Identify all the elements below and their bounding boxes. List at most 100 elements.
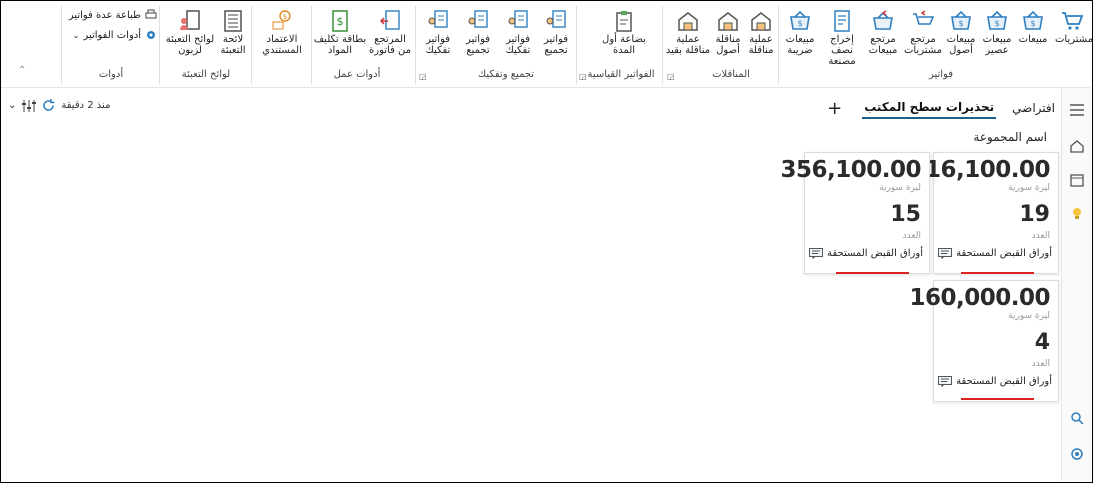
- tax-sales-button[interactable]: $ مبيعات ضريبة: [781, 9, 819, 56]
- sales-returns-button[interactable]: مرتجع مبيعات: [863, 9, 903, 56]
- svg-text:$: $: [1030, 19, 1035, 28]
- cart-return-icon: [913, 10, 935, 25]
- doc-approval-button[interactable]: $ الاعتماد المستندي: [255, 9, 309, 56]
- group-label-pricing-lists: لوائح التعبئة: [181, 69, 231, 80]
- chevron-down-icon[interactable]: ⌄: [8, 100, 16, 111]
- opening-goods-button[interactable]: بضاعة أول المدة: [591, 9, 657, 56]
- group-label-assembly: تجميع وتفكيك: [477, 69, 535, 80]
- calendar-icon[interactable]: [1069, 172, 1085, 188]
- separator: [662, 6, 663, 84]
- group-launcher-icon[interactable]: ◲: [579, 72, 587, 81]
- customer-pricing-button[interactable]: لوائح التعبئة لزبون: [165, 9, 215, 56]
- group-label-tools: أدوات: [98, 69, 124, 80]
- svg-text:$: $: [797, 19, 802, 28]
- svg-text:$: $: [994, 19, 999, 28]
- separator: [61, 6, 62, 84]
- highlight-underline: [836, 272, 909, 274]
- card-amount: 160,000.00: [909, 285, 1050, 311]
- group-launcher-icon[interactable]: ◲: [667, 72, 675, 81]
- tab-desktop-alerts[interactable]: تحذيرات سطح المكتب: [862, 98, 997, 119]
- assembly-invoices-button-2[interactable]: فواتير تجميع: [459, 9, 497, 56]
- receivables-link[interactable]: أوراق القبض المستحقة: [809, 248, 923, 259]
- last-updated-text: منذ 2 دقيقة: [61, 100, 111, 111]
- invoice-tools-dropdown[interactable]: أدوات الفواتير ⌄: [67, 29, 157, 41]
- lightbulb-icon[interactable]: [1069, 206, 1085, 222]
- card-count-label: العدد: [902, 231, 921, 241]
- separator: [159, 6, 160, 84]
- report-icon: [938, 376, 953, 387]
- disassembly-invoices-button-1[interactable]: فواتير تفكيك: [499, 9, 537, 56]
- assembly-doc-icon: [468, 10, 488, 28]
- summary-card: 356,100.00 ليرة سورية 15 العدد أوراق الق…: [780, 152, 930, 274]
- collapse-ribbon-icon[interactable]: ⌃: [18, 65, 26, 76]
- receivables-link[interactable]: أوراق القبض المستحقة: [938, 376, 1052, 387]
- receivables-link[interactable]: أوراق القبض المستحقة: [938, 248, 1052, 259]
- card-count: 4: [1034, 330, 1050, 355]
- transfer-process-button[interactable]: عملية مناقلة: [745, 9, 777, 56]
- settings-icon[interactable]: [1069, 446, 1085, 462]
- filter-settings-icon[interactable]: [22, 99, 37, 112]
- card-count-label: العدد: [1031, 359, 1050, 369]
- group-launcher-icon[interactable]: ◲: [419, 72, 427, 81]
- report-icon: [809, 248, 824, 259]
- refresh-icon[interactable]: [42, 99, 55, 112]
- purchases-button[interactable]: مشتريات: [1055, 9, 1093, 45]
- separator: [778, 6, 779, 84]
- semi-finished-button[interactable]: إخراج نصف مصنعة: [819, 9, 865, 67]
- invoice-return-button[interactable]: المرتجع من فاتورة: [367, 9, 413, 56]
- highlight-underline: [961, 272, 1034, 274]
- chevron-down-icon: ⌄: [72, 30, 80, 40]
- search-icon[interactable]: [1069, 410, 1085, 426]
- svg-text:$: $: [958, 19, 963, 28]
- group-name-label: اسم المجموعة: [973, 130, 1047, 144]
- sales-button[interactable]: $ مبيعات: [1015, 9, 1051, 45]
- card-currency: ليرة سورية: [1008, 311, 1050, 321]
- gear-icon: [147, 31, 155, 39]
- shopping-cart-icon: [1062, 12, 1084, 30]
- purchase-returns-button[interactable]: مرتجع مشتريات: [903, 9, 943, 56]
- retail-sales-button[interactable]: $ مبيعات عصير: [979, 9, 1015, 56]
- basket-icon: $: [1023, 10, 1043, 30]
- list-icon: [224, 10, 242, 32]
- menu-icon[interactable]: [1069, 102, 1085, 118]
- tab-default[interactable]: افتراضي: [1010, 99, 1057, 118]
- report-icon: [938, 248, 953, 259]
- card-currency: ليرة سورية: [879, 183, 921, 193]
- home-icon[interactable]: [1069, 138, 1085, 154]
- pricing-list-button[interactable]: لائحة التعبئة: [215, 9, 251, 56]
- group-label-standard-invoices: الفواتير القياسية: [587, 69, 655, 80]
- assembly-doc-icon: [428, 10, 448, 28]
- dashboard-tabs: افتراضي تحذيرات سطح المكتب +: [827, 96, 1057, 120]
- asset-sales-button[interactable]: $ مبيعات أصول: [943, 9, 979, 56]
- basket-icon: $: [790, 10, 810, 30]
- group-label-work-tools: أدوات عمل: [333, 69, 381, 80]
- basket-return-icon: [873, 10, 893, 30]
- print-invoices-button[interactable]: طباعة عدة فواتير: [67, 9, 157, 21]
- warehouse-icon: [718, 12, 738, 31]
- summary-card: 516,100.00 ليرة سورية 19 العدد أوراق الق…: [909, 152, 1059, 274]
- card-count: 15: [890, 202, 921, 227]
- material-cost-card-button[interactable]: $ بطاقة تكليف المواد: [313, 9, 367, 56]
- asset-transfer-button[interactable]: مناقلة أصول: [711, 9, 745, 56]
- warehouse-icon: [678, 12, 698, 31]
- printer-icon: [145, 9, 157, 19]
- separator: [576, 6, 577, 84]
- restricted-transfer-button[interactable]: عملية مناقلة بقيد: [665, 9, 711, 56]
- basket-icon: $: [987, 10, 1007, 30]
- separator: [251, 6, 252, 84]
- highlight-underline: [961, 398, 1034, 400]
- card-amount: 516,100.00: [909, 157, 1050, 183]
- clipboard-icon: [616, 11, 632, 32]
- assembly-invoices-button-1[interactable]: فواتير تجميع: [537, 9, 575, 56]
- refresh-status: ⌄ منذ 2 دقيقة: [8, 99, 110, 112]
- add-tab-button[interactable]: +: [827, 98, 842, 119]
- ribbon: مشتريات $ مبيعات $ مبيعات عصير $ مبيعات …: [1, 1, 1093, 88]
- separator: [415, 6, 416, 84]
- card-amount: 356,100.00: [780, 157, 921, 183]
- warehouse-icon: [751, 12, 771, 31]
- card-count: 19: [1019, 202, 1050, 227]
- svg-text:$: $: [283, 13, 287, 21]
- group-label-invoices: فواتير: [928, 69, 954, 80]
- disassembly-invoices-button-2[interactable]: فواتير تفكيك: [419, 9, 457, 56]
- cost-card-icon: $: [332, 10, 348, 32]
